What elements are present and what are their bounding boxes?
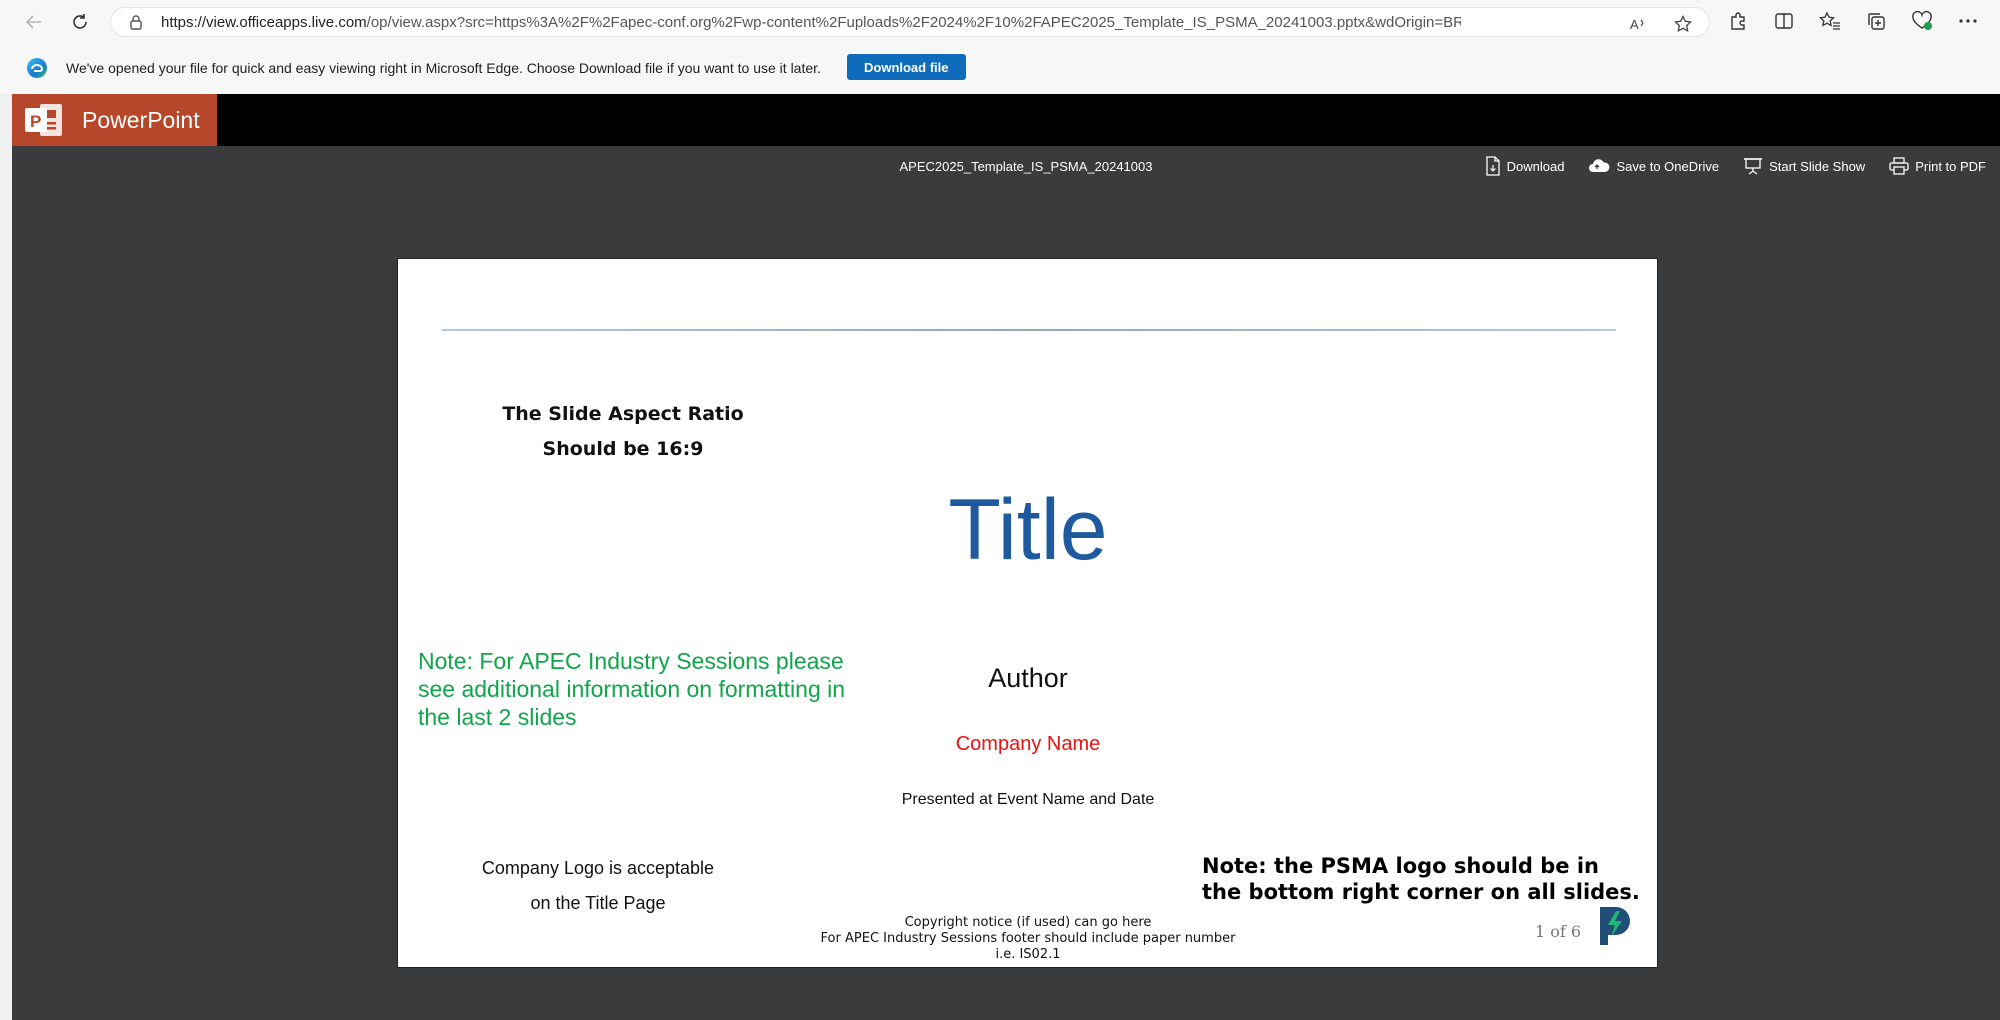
company-name: Company Name <box>955 733 1101 755</box>
edge-logo-icon <box>27 58 47 78</box>
copyright-line2: For APEC Industry Sessions footer should… <box>820 931 1236 946</box>
download-file-button[interactable]: Download file <box>847 54 966 80</box>
browser-essentials-icon[interactable] <box>1910 9 1934 33</box>
split-screen-icon[interactable] <box>1772 9 1796 33</box>
collections-icon[interactable] <box>1864 9 1888 33</box>
svg-text:P: P <box>30 112 41 131</box>
slideshow-icon <box>1744 158 1763 175</box>
industry-sessions-note: Note: For APEC Industry Sessions please … <box>418 648 846 730</box>
slide-title: Title <box>948 482 1108 578</box>
print-to-pdf-button[interactable]: Print to PDF <box>1889 156 1986 176</box>
refresh-button[interactable] <box>60 2 100 42</box>
psma-logo-icon <box>1600 907 1630 945</box>
aspect-ratio-note: The Slide Aspect Ratio Should be 16:9 <box>478 397 768 467</box>
file-viewing-infobar: We've opened your file for quick and eas… <box>0 46 2000 90</box>
aspect-note-line2: Should be 16:9 <box>542 438 704 460</box>
printer-icon <box>1889 157 1909 175</box>
slide-viewer: APEC2025_Template_IS_PSMA_20241003 Downl… <box>12 146 2000 1020</box>
back-icon <box>25 15 41 29</box>
powerpoint-logo-icon: P <box>25 104 62 136</box>
save-onedrive-label: Save to OneDrive <box>1616 158 1720 174</box>
psma-logo-note: Note: the PSMA logo should be in the bot… <box>1202 854 1640 904</box>
logo-note-line2: on the Title Page <box>530 893 666 913</box>
browser-toolbar: https://view.officeapps.live.com/op/view… <box>0 0 2000 44</box>
copyright-line1: Copyright notice (if used) can go here <box>904 915 1152 930</box>
start-slide-show-button[interactable]: Start Slide Show <box>1743 156 1865 176</box>
print-label: Print to PDF <box>1915 158 1986 174</box>
lock-icon[interactable] <box>129 14 149 30</box>
company-logo-note: Company Logo is acceptable on the Title … <box>468 851 728 921</box>
download-icon <box>1486 156 1500 176</box>
copyright-line3: i.e. IS02.1 <box>995 947 1061 962</box>
svg-text:A: A <box>1630 17 1639 32</box>
title-rule-line <box>442 329 1616 331</box>
extensions-icon[interactable] <box>1726 9 1750 33</box>
onedrive-icon <box>1589 159 1610 172</box>
refresh-icon <box>73 14 87 29</box>
download-label: Download <box>1506 158 1565 174</box>
slide: The Slide Aspect Ratio Should be 16:9 Ti… <box>397 258 1658 968</box>
app-name: PowerPoint <box>82 106 200 133</box>
download-button[interactable]: Download <box>1485 156 1565 176</box>
url-host: https://view.officeapps.live.com <box>161 13 367 31</box>
more-icon[interactable] <box>1956 9 1980 33</box>
infobar-message: We've opened your file for quick and eas… <box>66 60 821 76</box>
presented-at-text: Presented at Event Name and Date <box>901 791 1155 808</box>
powerpoint-brand[interactable]: P PowerPoint <box>12 94 217 146</box>
left-edge <box>0 94 12 1020</box>
logo-note-line1: Company Logo is acceptable <box>481 858 715 878</box>
author-text: Author <box>988 663 1068 693</box>
aspect-note-line1: The Slide Aspect Ratio <box>502 403 744 425</box>
copyright-footer: Copyright notice (if used) can go here F… <box>778 915 1278 963</box>
favorites-icon[interactable] <box>1818 9 1842 33</box>
powerpoint-app-bar: P PowerPoint <box>12 94 2000 146</box>
read-aloud-icon[interactable]: A <box>1627 12 1651 36</box>
viewer-actions: Download Save to OneDrive Start Slide Sh… <box>1485 156 1986 176</box>
save-to-onedrive-button[interactable]: Save to OneDrive <box>1588 156 1719 176</box>
url-text[interactable]: https://view.officeapps.live.com/op/view… <box>161 14 1461 31</box>
url-path: /op/view.aspx?src=https%3A%2F%2Fapec-con… <box>366 13 1461 31</box>
slideshow-label: Start Slide Show <box>1769 158 1866 174</box>
back-button[interactable] <box>14 2 54 42</box>
favorite-star-icon[interactable] <box>1671 12 1695 36</box>
address-bar[interactable]: https://view.officeapps.live.com/op/view… <box>110 7 1710 37</box>
slide-page-number: 1 of 6 <box>1535 922 1582 941</box>
